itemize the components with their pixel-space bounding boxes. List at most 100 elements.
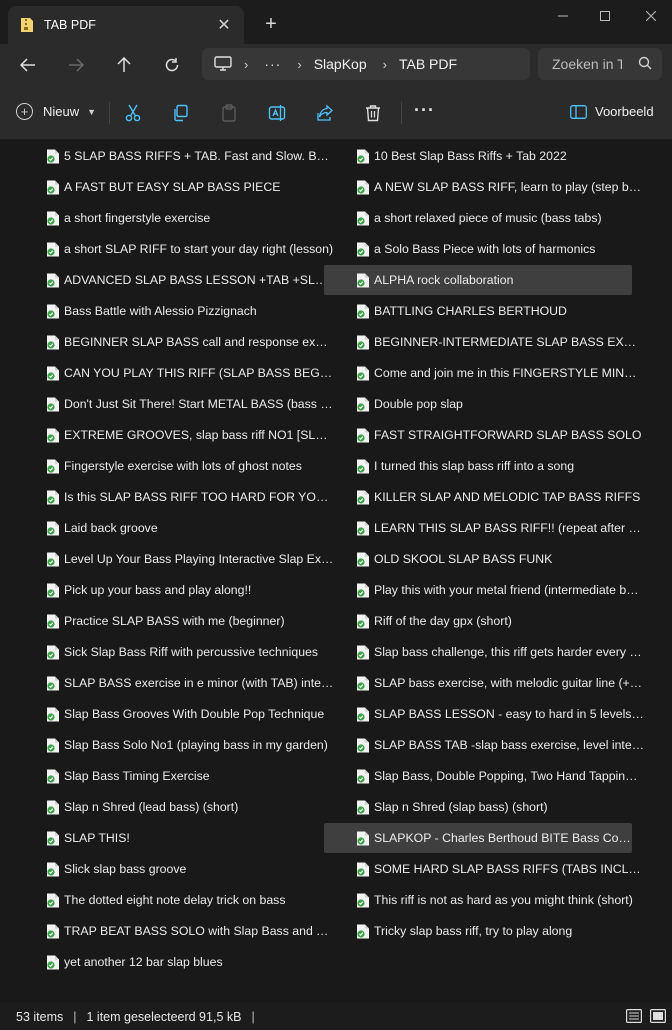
command-bar: + Nieuw ▼ ··· Voorbeeld <box>0 86 672 140</box>
file-item[interactable]: LEARN THIS SLAP BASS RIFF!! (repeat afte… <box>356 513 664 543</box>
file-item[interactable]: Practice SLAP BASS with me (beginner) <box>46 606 354 636</box>
file-name: FAST STRAIGHTFORWARD SLAP BASS SOLO <box>374 428 642 442</box>
file-item[interactable]: Fingerstyle exercise with lots of ghost … <box>46 451 354 481</box>
file-item[interactable]: Pick up your bass and play along!! <box>46 575 354 605</box>
preview-pane-button[interactable]: Voorbeeld <box>570 104 654 119</box>
address-bar[interactable]: › ··· › SlapKop › TAB PDF <box>202 48 530 80</box>
file-item[interactable]: BATTLING CHARLES BERTHOUD <box>356 296 664 326</box>
file-item[interactable]: a short relaxed piece of music (bass tab… <box>356 203 664 233</box>
file-item[interactable]: SLAP BASS LESSON - easy to hard in 5 lev… <box>356 699 664 729</box>
new-tab-button[interactable]: + <box>260 13 282 35</box>
pdf-file-icon <box>356 149 370 164</box>
details-view-icon[interactable] <box>626 1009 642 1023</box>
minimize-icon[interactable] <box>548 6 578 26</box>
large-icons-view-icon[interactable] <box>650 1009 666 1023</box>
file-item[interactable]: Slap Bass Timing Exercise <box>46 761 354 791</box>
file-item[interactable]: I turned this slap bass riff into a song <box>356 451 664 481</box>
tab-tab-pdf[interactable]: TAB PDF ✕ <box>8 6 244 44</box>
file-item[interactable]: SOME HARD SLAP BASS RIFFS (TABS INCLUDED… <box>356 854 664 884</box>
file-list: 5 SLAP BASS RIFFS + TAB. Fast and Slow. … <box>0 141 672 1003</box>
search-icon[interactable] <box>638 56 652 70</box>
file-item[interactable]: BEGINNER-INTERMEDIATE SLAP BASS EXERCISE <box>356 327 664 357</box>
file-item[interactable]: Don't Just Sit There! Start METAL BASS (… <box>46 389 354 419</box>
file-item[interactable]: Sick Slap Bass Riff with percussive tech… <box>46 637 354 667</box>
file-item[interactable]: Slap n Shred (slap bass) (short) <box>356 792 664 822</box>
file-item[interactable]: EXTREME GROOVES, slap bass riff NO1 [SLA… <box>46 420 354 450</box>
maximize-icon[interactable] <box>590 6 620 26</box>
file-item[interactable]: SLAP bass exercise, with melodic guitar … <box>356 668 664 698</box>
pdf-file-icon <box>356 211 370 226</box>
file-item[interactable]: SLAP THIS! <box>46 823 354 853</box>
file-item[interactable]: FAST STRAIGHTFORWARD SLAP BASS SOLO <box>356 420 664 450</box>
file-item[interactable]: Come and join me in this FINGERSTYLE MIN… <box>356 358 664 388</box>
pdf-file-icon <box>46 304 60 319</box>
file-item[interactable]: Riff of the day gpx (short) <box>356 606 664 636</box>
pdf-file-icon <box>356 490 370 505</box>
file-item[interactable]: Slap bass challenge, this riff gets hard… <box>356 637 664 667</box>
up-arrow-icon[interactable] <box>110 53 138 77</box>
file-item[interactable]: Slap Bass, Double Popping, Two Hand Tapp… <box>356 761 664 791</box>
paste-icon[interactable] <box>218 102 240 124</box>
share-icon[interactable] <box>314 102 336 124</box>
file-item[interactable]: a short SLAP RIFF to start your day righ… <box>46 234 354 264</box>
close-window-icon[interactable] <box>636 6 666 26</box>
file-item[interactable]: TRAP BEAT BASS SOLO with Slap Bass and T… <box>46 916 354 946</box>
file-item[interactable]: 5 SLAP BASS RIFFS + TAB. Fast and Slow. … <box>46 141 354 171</box>
close-tab-icon[interactable]: ✕ <box>214 15 234 35</box>
file-item[interactable]: Laid back groove <box>46 513 354 543</box>
file-item[interactable]: yet another 12 bar slap blues <box>46 947 354 977</box>
search-box[interactable]: Zoeken in TAB PDF <box>538 48 662 80</box>
file-item[interactable]: CAN YOU PLAY THIS RIFF (SLAP BASS BEGINN… <box>46 358 354 388</box>
file-item[interactable]: BEGINNER SLAP BASS call and response exe… <box>46 327 354 357</box>
chevron-right-icon: › <box>382 56 387 72</box>
file-item[interactable]: SLAPKOP - Charles Berthoud BITE Bass Con… <box>324 823 632 853</box>
file-item[interactable]: Play this with your metal friend (interm… <box>356 575 664 605</box>
more-options-button[interactable]: ··· <box>414 100 435 121</box>
pdf-file-icon <box>356 397 370 412</box>
cut-icon[interactable] <box>122 102 144 124</box>
file-item[interactable]: KILLER SLAP AND MELODIC TAP BASS RIFFS <box>356 482 664 512</box>
file-item[interactable]: Slick slap bass groove <box>46 854 354 884</box>
file-name: 10 Best Slap Bass Riffs + Tab 2022 <box>374 149 567 163</box>
file-item[interactable]: ALPHA rock collaboration <box>324 265 632 295</box>
file-item[interactable]: This riff is not as hard as you might th… <box>356 885 664 915</box>
pdf-file-icon <box>46 273 60 288</box>
file-item[interactable]: Slap Bass Grooves With Double Pop Techni… <box>46 699 354 729</box>
breadcrumb-more-button[interactable]: ··· <box>264 56 281 72</box>
breadcrumb-slapkop[interactable]: SlapKop <box>314 56 367 72</box>
file-item[interactable]: Double pop slap <box>356 389 664 419</box>
file-item[interactable]: Bass Battle with Alessio Pizzignach <box>46 296 354 326</box>
file-item[interactable]: Is this SLAP BASS RIFF TOO HARD FOR YOU … <box>46 482 354 512</box>
search-input[interactable]: Zoeken in TAB PDF <box>552 56 622 72</box>
item-count: 53 items <box>16 1009 64 1024</box>
chevron-right-icon: › <box>297 56 302 72</box>
refresh-icon[interactable] <box>158 53 186 77</box>
back-arrow-icon[interactable] <box>14 53 42 77</box>
file-item[interactable]: A FAST BUT EASY SLAP BASS PIECE <box>46 172 354 202</box>
navigation-bar: › ··· › SlapKop › TAB PDF Zoeken in TAB … <box>0 44 672 86</box>
file-item[interactable]: Slap n Shred (lead bass) (short) <box>46 792 354 822</box>
pdf-file-icon <box>46 707 60 722</box>
pdf-file-icon <box>356 304 370 319</box>
file-name: A FAST BUT EASY SLAP BASS PIECE <box>64 180 281 194</box>
file-item[interactable]: Tricky slap bass riff, try to play along <box>356 916 664 946</box>
file-name: BEGINNER SLAP BASS call and response exe… <box>64 335 334 349</box>
new-button[interactable]: + Nieuw ▼ <box>16 103 96 120</box>
file-item[interactable]: SLAP BASS exercise in e minor (with TAB)… <box>46 668 354 698</box>
file-item[interactable]: 10 Best Slap Bass Riffs + Tab 2022 <box>356 141 664 171</box>
delete-icon[interactable] <box>362 102 384 124</box>
file-item[interactable]: Slap Bass Solo No1 (playing bass in my g… <box>46 730 354 760</box>
copy-icon[interactable] <box>170 102 192 124</box>
file-item[interactable]: The dotted eight note delay trick on bas… <box>46 885 354 915</box>
file-item[interactable]: A NEW SLAP BASS RIFF, learn to play (ste… <box>356 172 664 202</box>
breadcrumb-tab-pdf[interactable]: TAB PDF <box>399 56 457 72</box>
file-item[interactable]: Level Up Your Bass Playing Interactive S… <box>46 544 354 574</box>
forward-arrow-icon[interactable] <box>62 53 90 77</box>
file-item[interactable]: ADVANCED SLAP BASS LESSON +TAB +SLOW <box>46 265 354 295</box>
rename-icon[interactable] <box>266 102 288 124</box>
file-item[interactable]: a short fingerstyle exercise <box>46 203 354 233</box>
file-name: Practice SLAP BASS with me (beginner) <box>64 614 285 628</box>
file-item[interactable]: a Solo Bass Piece with lots of harmonics <box>356 234 664 264</box>
file-item[interactable]: OLD SKOOL SLAP BASS FUNK <box>356 544 664 574</box>
file-item[interactable]: SLAP BASS TAB -slap bass exercise, level… <box>356 730 664 760</box>
